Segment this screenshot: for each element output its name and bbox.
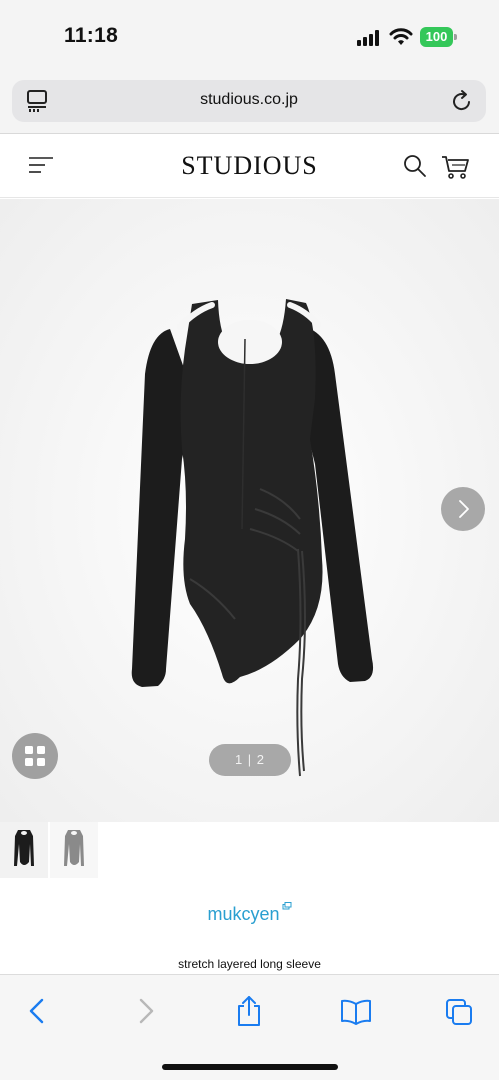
address-bar[interactable]: studious.co.jp — [12, 80, 486, 122]
search-icon[interactable] — [402, 153, 428, 179]
chevron-right-icon[interactable] — [131, 995, 161, 1027]
product-image — [0, 199, 499, 822]
brand-link[interactable]: mukcyen — [207, 904, 279, 924]
thumbnail-grey[interactable] — [50, 822, 98, 878]
product-name: stretch layered long sleeve — [178, 957, 321, 971]
cellular-signal-icon — [357, 30, 383, 46]
home-indicator[interactable] — [162, 1064, 338, 1070]
chevron-right-icon — [459, 500, 469, 518]
browser-toolbar — [0, 974, 499, 1080]
share-icon[interactable] — [234, 995, 264, 1027]
thumbnail-black-image — [14, 830, 34, 866]
status-time: 11:18 — [64, 24, 119, 47]
battery-level: 100 — [420, 27, 453, 47]
site-header: STUDIOUS — [0, 135, 499, 198]
thumbnail-black[interactable] — [0, 822, 48, 878]
image-pager: 1 | 2 — [209, 744, 291, 776]
grid-view-button[interactable] — [12, 733, 58, 779]
battery-icon: 100 — [420, 27, 457, 47]
next-image-button[interactable] — [441, 487, 485, 531]
product-image-carousel[interactable]: 1 | 2 — [0, 199, 499, 822]
thumbnail-strip — [0, 822, 499, 880]
thumbnail-grey-image — [64, 830, 84, 866]
url-text[interactable]: studious.co.jp — [12, 91, 486, 109]
reload-icon[interactable] — [450, 88, 474, 114]
tabs-icon[interactable] — [444, 995, 474, 1027]
chevron-left-icon[interactable] — [22, 995, 52, 1027]
browser-address-area: studious.co.jp — [0, 70, 499, 134]
status-bar: 11:18 100 — [0, 0, 499, 70]
grid-icon — [25, 746, 45, 766]
book-icon[interactable] — [339, 995, 373, 1027]
brand-row: mukcyen — [0, 902, 499, 925]
cart-icon[interactable] — [440, 151, 470, 181]
wifi-icon — [389, 28, 413, 45]
external-link-icon — [282, 902, 292, 910]
